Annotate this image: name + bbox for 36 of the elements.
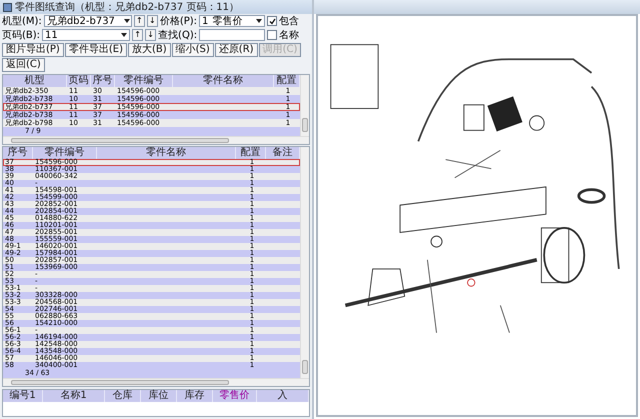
dropdown-field[interactable]: 1 零售价 <box>199 15 266 27</box>
column-header[interactable]: 编号1 <box>3 390 43 402</box>
toolbar-button[interactable]: 还原(R) <box>214 43 258 57</box>
horizontal-scrollbar[interactable] <box>3 136 309 144</box>
vertical-scrollbar[interactable] <box>300 75 309 136</box>
search-field[interactable] <box>199 29 266 41</box>
down-button[interactable]: ↓ <box>146 15 158 27</box>
dropdown-field[interactable]: 兄弟db2-b737 <box>44 15 132 27</box>
dropdown-caret-icon[interactable] <box>255 17 264 25</box>
column-header[interactable]: 库存 <box>177 390 213 402</box>
column-header[interactable]: 入 <box>257 390 309 402</box>
horizontal-scrollbar[interactable] <box>3 378 309 386</box>
field-label: 查找(Q): <box>158 28 198 42</box>
checkbox-label: 名称 <box>279 29 300 42</box>
toolbar-button[interactable]: 图片导出(P) <box>2 43 64 57</box>
column-header[interactable]: 零售价 <box>213 390 257 402</box>
toolbar-button[interactable]: 缩小(S) <box>172 43 214 57</box>
toolbar-button[interactable]: 零件导出(E) <box>64 43 127 57</box>
column-header[interactable]: 名称1 <box>43 390 105 402</box>
column-header[interactable]: 仓库 <box>105 390 141 402</box>
up-button[interactable]: ↑ <box>134 15 145 27</box>
field-label: 价格(P): <box>160 14 198 28</box>
app-icon <box>3 2 12 12</box>
field-label: 页码(B): <box>2 29 40 42</box>
checkbox[interactable] <box>267 16 278 26</box>
toolbar-button[interactable]: 返回(C) <box>2 58 45 72</box>
vertical-scrollbar[interactable] <box>300 147 309 378</box>
up-button[interactable]: ↑ <box>132 29 144 41</box>
column-header[interactable]: 库位 <box>141 390 177 402</box>
toolbar-button[interactable]: 放大(B) <box>128 43 171 57</box>
checkbox-label: 包含 <box>279 14 300 28</box>
field-label: 机型(M): <box>2 14 42 28</box>
window-title: 零件图纸查询（机型：兄弟db2-b737 页码：11） <box>15 0 240 14</box>
dropdown-field[interactable]: 11 <box>42 29 130 41</box>
checkbox[interactable] <box>267 30 278 40</box>
down-button[interactable]: ↓ <box>145 29 156 41</box>
